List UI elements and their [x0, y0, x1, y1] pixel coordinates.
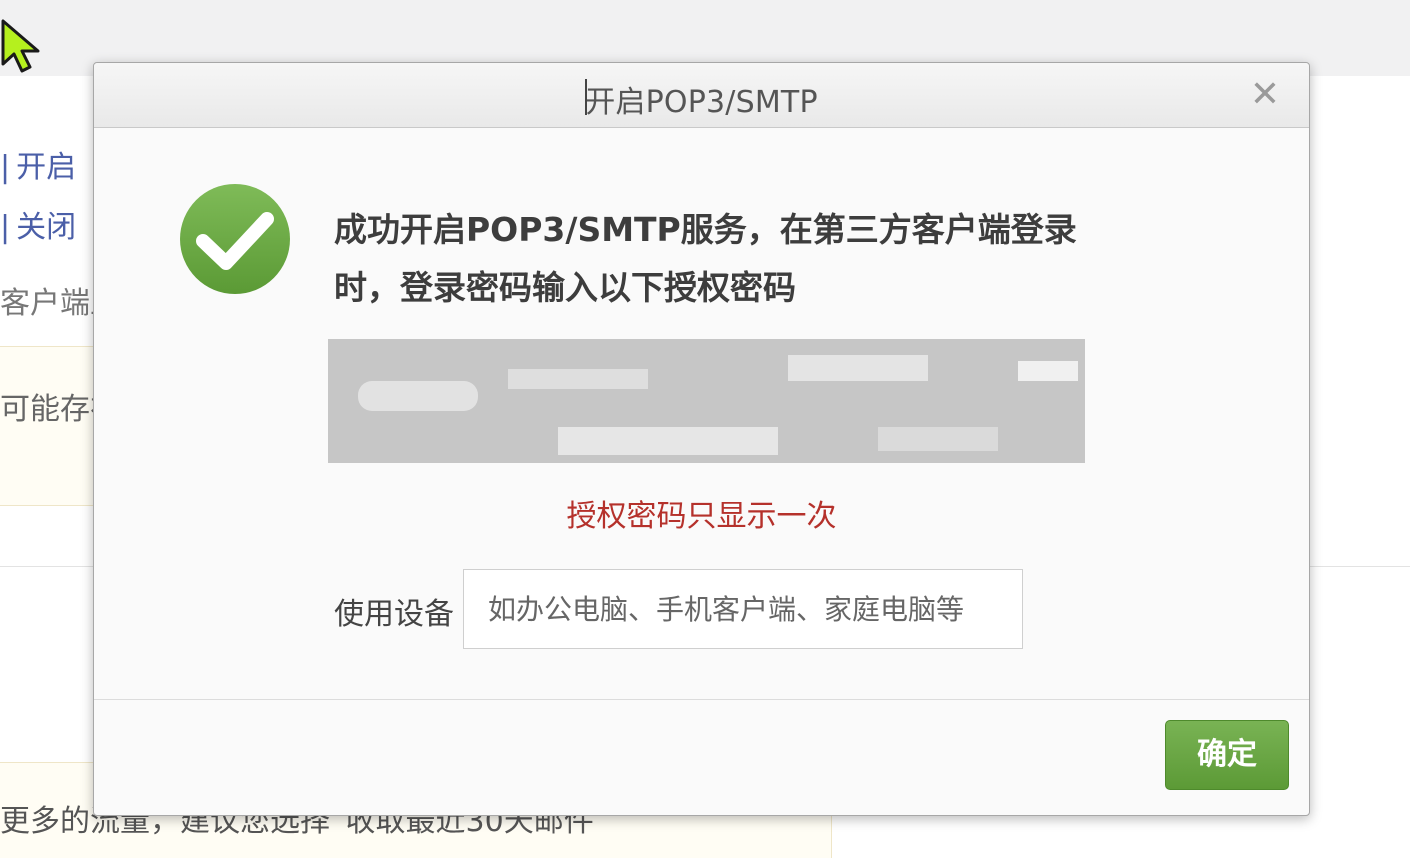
enable-pop3-smtp-dialog: 开启POP3/SMTP ✕ 成功开启POP3/SMTP服务，在第三方客户端登录时…: [93, 62, 1310, 816]
page: | 开启 | 关闭 客户端上 可能存在 更多的流量，建议您选择“收取最近30天邮件 …: [0, 0, 1410, 858]
redaction-blur: [508, 369, 648, 389]
background-close-link[interactable]: | 关闭: [0, 202, 76, 246]
close-link-label: 关闭: [16, 210, 77, 245]
mouse-cursor-icon: [1, 19, 40, 73]
background-open-link[interactable]: | 开启: [0, 142, 76, 186]
redaction-blur: [878, 427, 998, 451]
device-input[interactable]: [463, 569, 1023, 649]
device-label: 使用设备: [334, 597, 454, 632]
authorization-code-redacted: [328, 339, 1085, 463]
password-notice: 授权密码只显示一次: [566, 499, 837, 534]
open-link-label: 开启: [16, 150, 77, 185]
redaction-blur: [788, 355, 928, 381]
redaction-blur: [558, 427, 778, 455]
redaction-blur: [1018, 361, 1078, 381]
link-separator: |: [0, 210, 11, 245]
text-caret: [585, 79, 587, 115]
redaction-blur: [358, 381, 478, 411]
checkmark-circle-icon: [180, 184, 290, 294]
close-icon[interactable]: ✕: [1247, 75, 1283, 115]
confirm-button[interactable]: 确定: [1165, 720, 1289, 790]
dialog-header: 开启POP3/SMTP ✕: [94, 63, 1309, 128]
dialog-title: 开启POP3/SMTP: [585, 85, 818, 120]
link-separator: |: [0, 150, 11, 185]
success-message: 成功开启POP3/SMTP服务，在第三方客户端登录时，登录密码输入以下授权密码: [334, 210, 1077, 307]
dialog-footer-divider: [94, 699, 1309, 700]
